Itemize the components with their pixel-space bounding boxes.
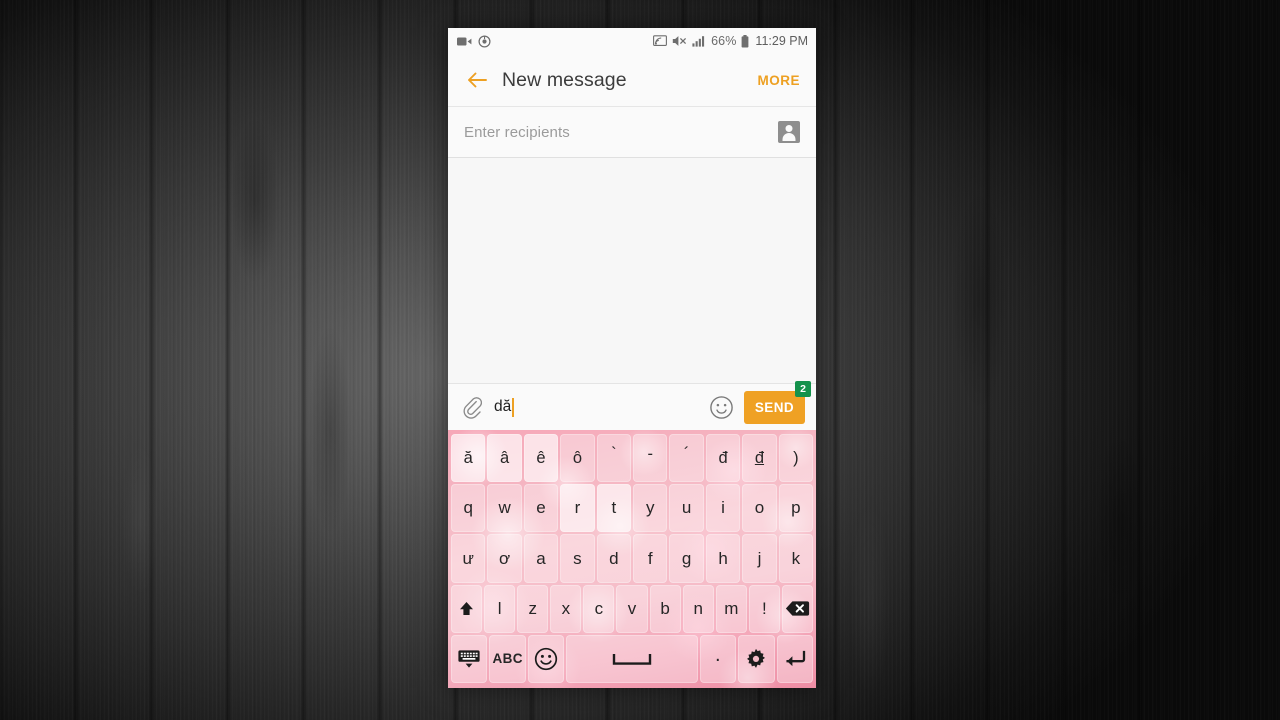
battery-icon [741, 34, 749, 48]
key-f[interactable]: f [633, 534, 668, 583]
key-w[interactable]: w [487, 484, 522, 533]
app-bar: New message MORE [448, 54, 816, 106]
video-camera-icon [457, 36, 472, 47]
key-macron-accent[interactable]: - [633, 434, 668, 483]
compose-bar: dă SEND 2 [448, 380, 816, 430]
keyboard-row-diacritics: ă â ê ô ` - ´ đ đ ) [451, 434, 814, 483]
key-close-paren[interactable]: ) [778, 434, 814, 483]
keyboard-row-home: ư ơ a s d f g h j k [451, 534, 814, 583]
key-settings[interactable] [738, 634, 775, 684]
key-y[interactable]: y [633, 484, 668, 533]
keyboard-row-qwerty: q w e r t y u i o p [451, 484, 814, 533]
paperclip-icon[interactable] [462, 395, 483, 419]
battery-percentage: 66% [711, 33, 737, 48]
screen-cast-icon [653, 35, 668, 47]
key-c[interactable]: c [583, 584, 615, 633]
keyboard-row-bottom-letters: l z x c v b n m ! [451, 584, 814, 633]
send-button-wrapper: SEND 2 [743, 380, 811, 424]
virtual-keyboard[interactable]: ă â ê ô ` - ´ đ đ ) q w e r t y u i o p … [448, 430, 816, 688]
status-bar: 66% 11:29 PM [448, 28, 816, 54]
key-a-breve[interactable]: ă [451, 434, 486, 483]
key-hide-keyboard[interactable] [451, 634, 488, 684]
emoji-smiley-icon[interactable] [709, 395, 734, 420]
clock-time: 11:29 PM [755, 34, 808, 48]
key-space[interactable] [566, 634, 698, 684]
key-enter[interactable] [776, 634, 813, 684]
key-d-stroke[interactable]: đ [705, 434, 741, 483]
contact-picker-icon[interactable] [778, 121, 800, 143]
status-bar-left-icons [457, 34, 491, 48]
key-t[interactable]: t [596, 484, 632, 533]
key-o-circumflex[interactable]: ô [560, 434, 595, 483]
key-p[interactable]: p [778, 484, 814, 533]
text-caret [512, 397, 515, 417]
more-button[interactable]: MORE [758, 73, 801, 88]
key-h[interactable]: h [705, 534, 741, 583]
key-k[interactable]: k [778, 534, 814, 583]
key-o[interactable]: o [742, 484, 777, 533]
key-shift[interactable] [451, 584, 483, 633]
keyboard-row-function: ABC . [451, 634, 813, 684]
recipients-row[interactable]: Enter recipients [448, 106, 816, 158]
key-d[interactable]: d [596, 534, 632, 583]
signal-bars-icon [692, 35, 706, 47]
key-d-stroke-underlined[interactable]: đ [742, 434, 777, 483]
key-o-horn[interactable]: ơ [487, 534, 522, 583]
conversation-body [448, 158, 816, 383]
key-period[interactable]: . [699, 634, 737, 684]
back-arrow-icon[interactable] [464, 67, 490, 93]
key-e[interactable]: e [523, 484, 559, 533]
alarm-icon [478, 34, 491, 48]
key-z[interactable]: z [517, 584, 549, 633]
key-m[interactable]: m [715, 584, 747, 633]
mute-icon [672, 35, 687, 47]
key-e-circumflex[interactable]: ê [523, 434, 559, 483]
key-b[interactable]: b [649, 584, 681, 633]
message-input[interactable]: dă [494, 397, 515, 417]
key-l[interactable]: l [484, 584, 516, 633]
page-title: New message [502, 68, 627, 91]
key-abc-layout[interactable]: ABC [489, 634, 526, 684]
recipients-input[interactable]: Enter recipients [464, 124, 778, 141]
key-a-circumflex[interactable]: â [487, 434, 522, 483]
key-n[interactable]: n [682, 584, 714, 633]
key-backspace[interactable] [781, 584, 814, 633]
compose-actions: SEND 2 [709, 380, 811, 424]
phone-screen: 66% 11:29 PM New message MORE Enter reci… [448, 28, 816, 688]
key-grave-accent[interactable]: ` [596, 434, 632, 483]
key-v[interactable]: v [616, 584, 648, 633]
key-u-horn[interactable]: ư [451, 534, 486, 583]
key-x[interactable]: x [550, 584, 582, 633]
key-a[interactable]: a [523, 534, 559, 583]
key-i[interactable]: i [705, 484, 741, 533]
key-emoji[interactable] [527, 634, 565, 684]
key-acute-accent[interactable]: ´ [669, 434, 704, 483]
message-input-text: dă [494, 398, 512, 415]
key-s[interactable]: s [560, 534, 595, 583]
send-count-badge: 2 [795, 380, 811, 397]
key-r[interactable]: r [560, 484, 595, 533]
key-exclamation[interactable]: ! [748, 584, 780, 633]
status-bar-right-icons: 66% 11:29 PM [653, 34, 808, 48]
key-u[interactable]: u [669, 484, 704, 533]
key-q[interactable]: q [451, 484, 486, 533]
key-g[interactable]: g [669, 534, 704, 583]
key-j[interactable]: j [742, 534, 777, 583]
